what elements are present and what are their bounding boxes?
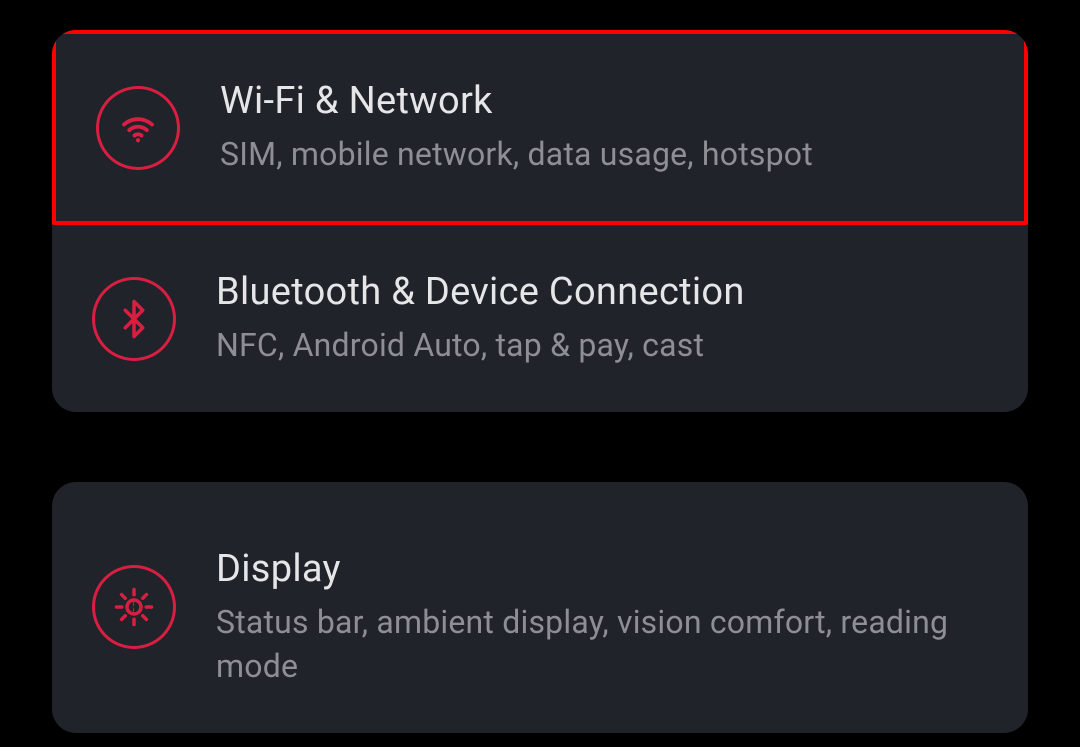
display-icon	[92, 565, 176, 649]
settings-item-subtitle: Status bar, ambient display, vision comf…	[216, 601, 988, 687]
settings-item-subtitle: NFC, Android Auto, tap & pay, cast	[216, 324, 745, 367]
settings-item-title: Wi-Fi & Network	[220, 79, 813, 123]
settings-item-text: Bluetooth & Device Connection NFC, Andro…	[216, 270, 745, 367]
wifi-icon	[96, 86, 180, 170]
settings-group-1: Wi-Fi & Network SIM, mobile network, dat…	[52, 30, 1028, 412]
settings-group-2: Display Status bar, ambient display, vis…	[52, 482, 1028, 732]
settings-item-subtitle: SIM, mobile network, data usage, hotspot	[220, 133, 813, 176]
settings-item-title: Display	[216, 547, 988, 591]
settings-item-text: Wi-Fi & Network SIM, mobile network, dat…	[220, 79, 813, 176]
settings-item-bluetooth[interactable]: Bluetooth & Device Connection NFC, Andro…	[52, 225, 1028, 412]
settings-item-wifi-network[interactable]: Wi-Fi & Network SIM, mobile network, dat…	[52, 30, 1028, 225]
settings-item-text: Display Status bar, ambient display, vis…	[216, 547, 988, 687]
settings-item-title: Bluetooth & Device Connection	[216, 270, 745, 314]
settings-item-display[interactable]: Display Status bar, ambient display, vis…	[52, 482, 1028, 732]
bluetooth-icon	[92, 277, 176, 361]
